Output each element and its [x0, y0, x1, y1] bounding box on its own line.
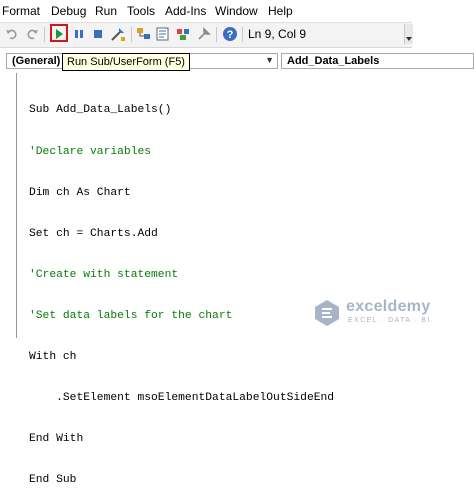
- menu-window[interactable]: Window: [215, 4, 258, 18]
- properties-icon[interactable]: [155, 26, 171, 42]
- code-line[interactable]: End Sub: [29, 474, 334, 488]
- help-icon[interactable]: ?: [222, 26, 238, 42]
- object-dropdown-value: (General): [12, 55, 61, 67]
- code-line[interactable]: 'Create with statement: [29, 269, 334, 283]
- menu-add-ins[interactable]: Add-Ins: [165, 4, 206, 18]
- code-line[interactable]: End With: [29, 433, 334, 447]
- run-highlight-box: [50, 24, 68, 42]
- chevron-down-icon: ▼: [265, 55, 274, 65]
- undo-icon[interactable]: [4, 26, 20, 42]
- exceldemy-watermark: exceldemy EXCEL · DATA · BI: [312, 296, 472, 330]
- run-tooltip: Run Sub/UserForm (F5): [62, 53, 190, 71]
- procedure-dropdown[interactable]: Add_Data_Labels: [281, 53, 474, 69]
- menu-debug[interactable]: Debug: [51, 4, 86, 18]
- code-line[interactable]: 'Declare variables: [29, 146, 334, 160]
- cursor-position: Ln 9, Col 9: [248, 27, 307, 41]
- editor-margin: [16, 73, 17, 338]
- code-line[interactable]: Set ch = Charts.Add: [29, 228, 334, 242]
- menu-bar: Format Debug Run Tools Add-Ins Window He…: [0, 0, 474, 22]
- code-line[interactable]: .SetElement msoElementDataLabelOutSideEn…: [29, 392, 334, 406]
- redo-icon[interactable]: [24, 26, 40, 42]
- code-line[interactable]: Sub Add_Data_Labels(): [29, 104, 334, 118]
- svg-text:?: ?: [227, 29, 234, 41]
- toolbar-overflow-handle[interactable]: [404, 24, 413, 44]
- watermark-tagline: EXCEL · DATA · BI: [348, 317, 431, 324]
- project-explorer-icon[interactable]: [136, 26, 152, 42]
- menu-help[interactable]: Help: [268, 4, 293, 18]
- menu-run[interactable]: Run: [95, 4, 117, 18]
- toolbox-icon[interactable]: [196, 26, 212, 42]
- watermark-brand: exceldemy: [346, 298, 431, 315]
- menu-tools[interactable]: Tools: [127, 4, 155, 18]
- procedure-dropdown-value: Add_Data_Labels: [287, 55, 380, 67]
- object-browser-icon[interactable]: [175, 26, 191, 42]
- reset-icon[interactable]: [90, 26, 106, 42]
- menu-format[interactable]: Format: [2, 4, 40, 18]
- exceldemy-logo-icon: [315, 300, 339, 326]
- code-line[interactable]: With ch: [29, 351, 334, 365]
- code-line[interactable]: Dim ch As Chart: [29, 187, 334, 201]
- break-icon[interactable]: [71, 26, 87, 42]
- code-line[interactable]: 'Set data labels for the chart: [29, 310, 334, 324]
- design-mode-icon[interactable]: [110, 26, 126, 42]
- code-window[interactable]: Sub Add_Data_Labels() 'Declare variables…: [29, 77, 334, 502]
